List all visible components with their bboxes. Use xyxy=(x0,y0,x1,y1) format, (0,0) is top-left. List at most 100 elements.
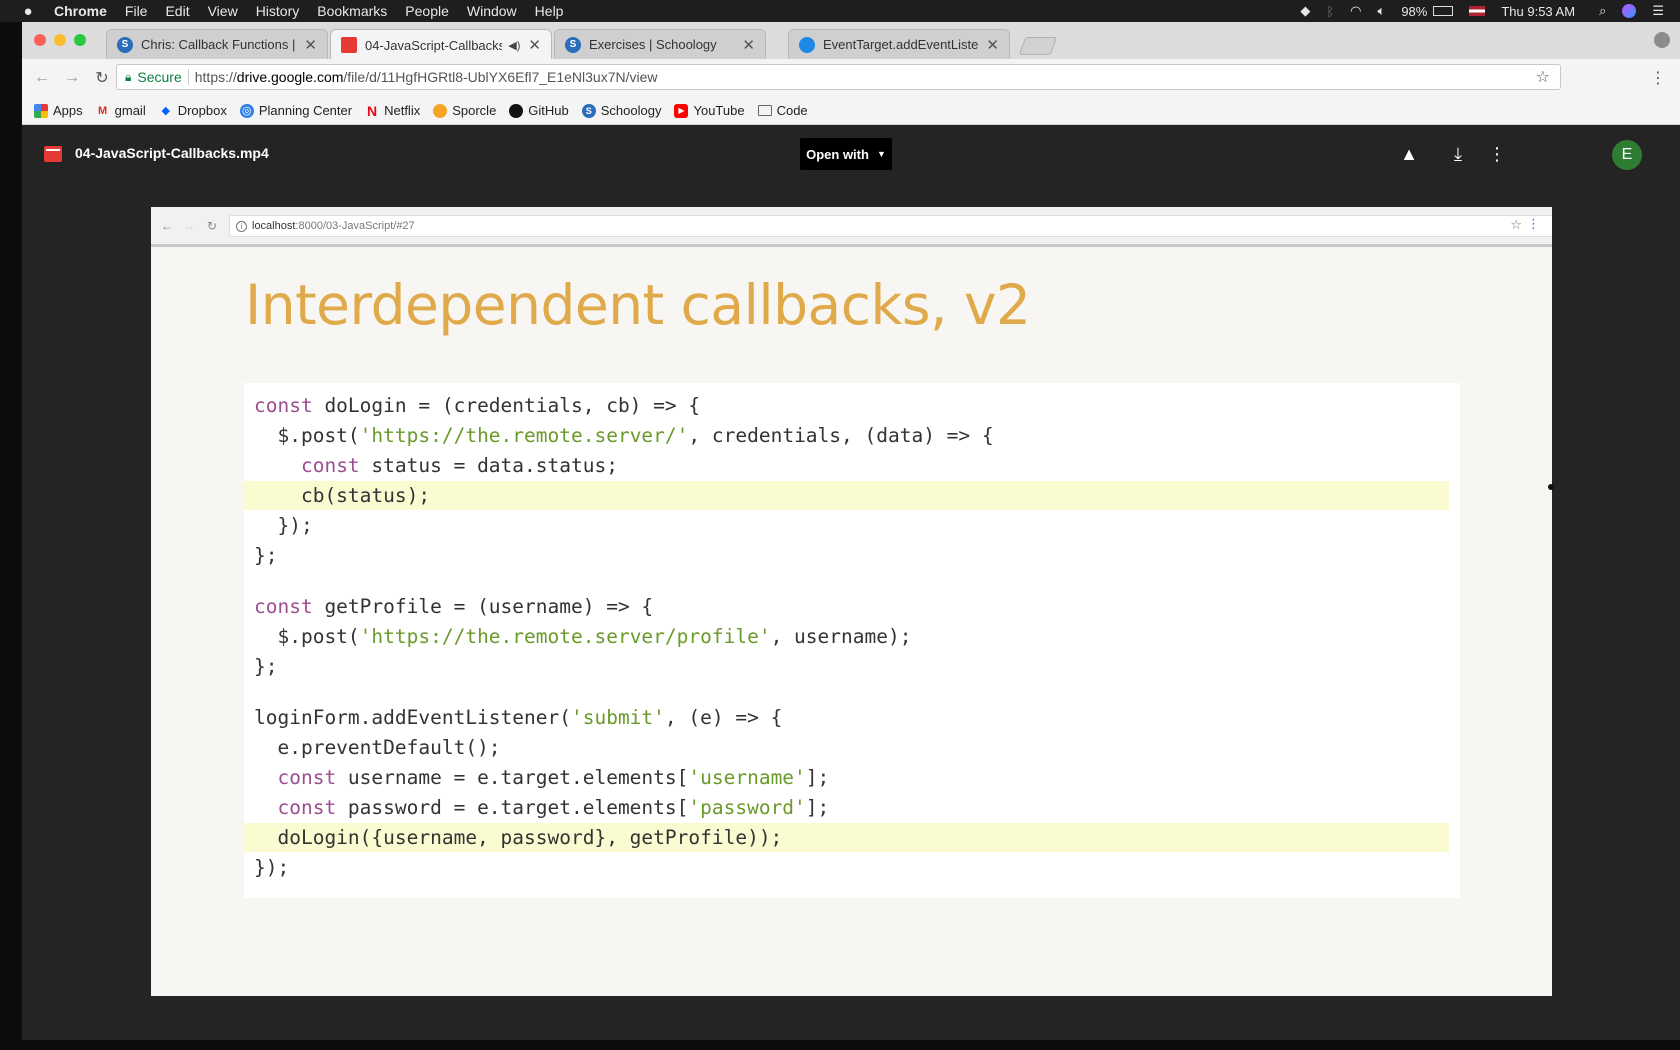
tab-exercises-schoology[interactable]: S Exercises | Schoology ✕ xyxy=(554,29,766,59)
avatar[interactable]: E xyxy=(1612,140,1642,170)
youtube-icon: ▶ xyxy=(674,103,689,118)
close-tab-icon[interactable]: ✕ xyxy=(742,36,755,54)
gmail-icon: M xyxy=(98,104,108,117)
menu-file[interactable]: File xyxy=(125,3,148,19)
schoology-favicon-icon: S xyxy=(565,36,581,53)
recorded-menu-icon: ⋮ xyxy=(1527,216,1540,231)
forward-icon[interactable]: → xyxy=(60,69,84,87)
code-line-highlighted: doLogin({username, password}, getProfile… xyxy=(244,823,1449,852)
lock-icon[interactable]: 🔒︎ xyxy=(125,70,131,85)
more-actions-icon[interactable]: ⋮ xyxy=(1488,144,1506,165)
bookmark-sporcle[interactable]: Sporcle xyxy=(433,103,496,118)
code-line: }; xyxy=(254,655,278,678)
bookmark-gmail[interactable]: Mgmail xyxy=(96,103,146,118)
code-line: const doLogin = (credentials, cb) => { xyxy=(254,394,701,417)
wifi-icon[interactable]: ◠ xyxy=(1350,3,1361,19)
url-host: drive.google.com xyxy=(236,69,344,85)
input-flag-icon[interactable] xyxy=(1469,6,1486,16)
mdn-favicon-icon xyxy=(799,36,815,53)
slide-title: Interdependent callbacks, v2 xyxy=(245,273,1031,337)
bookmark-folder-code[interactable]: Code xyxy=(757,103,808,118)
bookmark-youtube[interactable]: ▶ YouTube xyxy=(674,103,745,118)
dropbox-icon: ◆ xyxy=(161,105,170,117)
info-icon: i xyxy=(236,220,247,232)
code-line-highlighted: cb(status); xyxy=(244,481,1449,510)
profile-icon[interactable] xyxy=(1654,32,1670,48)
address-bar[interactable]: 🔒︎ Secure https://drive.google.com/file/… xyxy=(116,64,1561,90)
bluetooth-icon[interactable]: ᛒ xyxy=(1326,4,1334,19)
close-window-button[interactable] xyxy=(34,34,46,46)
reload-icon[interactable]: ↻ xyxy=(90,68,114,88)
minimize-window-button[interactable] xyxy=(54,34,66,46)
bookmark-github[interactable]: GitHub xyxy=(509,103,569,118)
bookmark-schoology[interactable]: S Schoology xyxy=(581,103,662,118)
menu-people[interactable]: People xyxy=(405,3,449,19)
open-with-label: Open with xyxy=(806,146,869,162)
code-line: const getProfile = (username) => { xyxy=(254,595,654,618)
clock[interactable]: Thu 9:53 AM xyxy=(1501,4,1575,19)
window-controls xyxy=(34,34,86,46)
recorded-browser-toolbar: ← → ↻ i localhost:8000/03-JavaScript/#27… xyxy=(151,207,1552,247)
menu-window[interactable]: Window xyxy=(467,3,517,19)
bookmark-label: Netflix xyxy=(384,103,421,118)
menu-help[interactable]: Help xyxy=(535,3,564,19)
menu-history[interactable]: History xyxy=(256,3,300,19)
audio-playing-icon[interactable]: ◀) xyxy=(508,39,520,52)
battery-icon[interactable] xyxy=(1433,6,1454,16)
notification-center-icon[interactable]: ☰ xyxy=(1652,3,1664,19)
bookmark-label: Planning Center xyxy=(258,103,353,118)
code-line: const status = data.status; xyxy=(300,454,618,477)
menu-app-name[interactable]: Chrome xyxy=(54,3,107,19)
bookmark-label: Dropbox xyxy=(177,103,227,118)
github-icon xyxy=(509,103,524,118)
code-line: }; xyxy=(254,544,278,567)
status-area: ◆ ᛒ ◠ 🔈︎ 98% Thu 9:53 AM ⌕ ☰ xyxy=(1300,0,1680,22)
zoom-window-button[interactable] xyxy=(74,34,86,46)
bookmark-apps[interactable]: Apps xyxy=(34,103,83,118)
recorded-address-bar: i localhost:8000/03-JavaScript/#27 xyxy=(229,215,1552,237)
close-tab-icon[interactable]: ✕ xyxy=(528,36,541,54)
menu-view[interactable]: View xyxy=(208,3,238,19)
url-path: /file/d/11HgfHGRtl8-UblYX6Efl7_E1eNl3ux7… xyxy=(343,69,658,85)
video-player[interactable]: ← → ↻ i localhost:8000/03-JavaScript/#27… xyxy=(151,207,1552,996)
siri-icon[interactable] xyxy=(1622,4,1637,18)
bookmark-netflix[interactable]: N Netflix xyxy=(365,102,421,119)
close-tab-icon[interactable]: ✕ xyxy=(304,36,317,54)
bookmark-label: Schoology xyxy=(600,103,662,118)
new-tab-button[interactable] xyxy=(1018,37,1058,55)
bookmarks-bar: Apps Mgmail ◆ Dropbox ◎ Planning Center NN… xyxy=(22,97,1680,125)
volume-icon[interactable]: 🔈︎ xyxy=(1378,3,1386,19)
code-block: const doLogin = (credentials, cb) => { $… xyxy=(244,383,1460,898)
menu-edit[interactable]: Edit xyxy=(165,3,189,19)
bookmark-star-icon[interactable]: ☆ xyxy=(1536,67,1550,87)
tab-callbacks-video[interactable]: 04-JavaScript-Callbacks.mp ◀) ✕ xyxy=(330,29,552,60)
browser-toolbar: ← → ↻ 🔒︎ Secure https://drive.google.com… xyxy=(22,59,1680,97)
close-tab-icon[interactable]: ✕ xyxy=(986,36,999,54)
bookmark-label: YouTube xyxy=(693,103,745,118)
secure-label[interactable]: Secure xyxy=(137,69,181,85)
tab-schoology-callbacks[interactable]: S Chris: Callback Functions | Sch ✕ xyxy=(106,29,328,59)
chrome-menu-icon[interactable]: ⋮ xyxy=(1650,68,1666,88)
bookmark-planning-center[interactable]: ◎ Planning Center xyxy=(239,103,353,118)
dropbox-status-icon[interactable]: ◆ xyxy=(1300,3,1310,19)
bookmark-label: Apps xyxy=(53,103,83,118)
back-icon[interactable]: ← xyxy=(30,69,54,87)
code-line: const password = e.target.elements['pass… xyxy=(277,796,830,819)
recorded-forward-icon: → xyxy=(183,219,195,233)
netflix-icon: N xyxy=(367,102,378,119)
tab-mdn-event-listener[interactable]: EventTarget.addEventListener ✕ xyxy=(788,29,1010,59)
file-name: 04-JavaScript-Callbacks.mp4 xyxy=(75,145,269,161)
add-to-drive-icon[interactable]: ▲ xyxy=(1400,144,1418,165)
url-text[interactable]: https://drive.google.com/file/d/11HgfHGR… xyxy=(195,69,658,85)
battery-percent[interactable]: 98% xyxy=(1401,4,1427,19)
menu-bookmarks[interactable]: Bookmarks xyxy=(317,3,387,19)
recorded-star-icon: ☆ xyxy=(1510,217,1522,232)
open-with-button[interactable]: Open with ▼ xyxy=(800,138,892,170)
chevron-down-icon: ▼ xyxy=(876,149,886,159)
tab-label: Chris: Callback Functions | Sch xyxy=(141,37,296,52)
download-icon[interactable]: ⤓ xyxy=(1454,144,1462,165)
spotlight-icon[interactable]: ⌕ xyxy=(1599,3,1606,19)
macos-menu-bar: ● Chrome File Edit View History Bookmark… xyxy=(0,0,1680,22)
bookmark-dropbox[interactable]: ◆ Dropbox xyxy=(159,103,227,118)
apple-menu-icon[interactable]: ● xyxy=(18,3,38,20)
